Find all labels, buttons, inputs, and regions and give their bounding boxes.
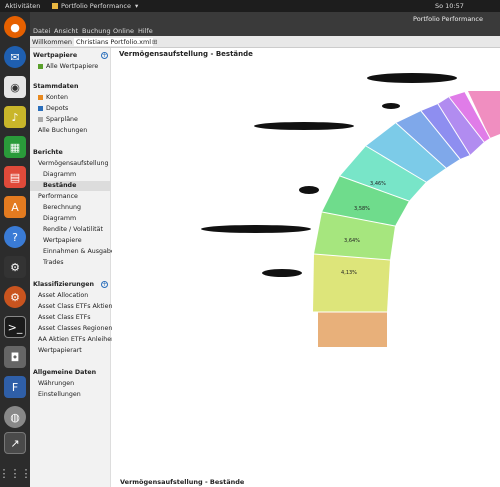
chart-label: 3,46%	[370, 181, 386, 187]
menu-bar: Datei Ansicht Buchung Online Hilfe	[30, 26, 500, 36]
tab-portfolio[interactable]: Christians Portfolio.xml	[74, 38, 154, 46]
sidebar-item-vermoegensaufstellung[interactable]: Vermögensaufstellung	[38, 160, 114, 167]
sidebar-item-depots[interactable]: Depots	[38, 105, 114, 112]
sidebar-item-performance[interactable]: Performance	[38, 193, 114, 200]
drive-icon[interactable]: ◍	[4, 406, 26, 428]
sidebar-item-performance-diagramm[interactable]: Diagramm	[43, 215, 119, 222]
sparplan-icon	[38, 116, 43, 122]
page-title: Vermögensaufstellung - Bestände	[119, 50, 253, 58]
section-berichte: Berichte	[33, 149, 63, 156]
redacted-label	[299, 186, 319, 194]
sidebar-item-asset-allocation[interactable]: Asset Allocation	[38, 292, 114, 299]
system-top-bar: Aktivitäten Portfolio Performance ▾ So 1…	[0, 0, 500, 12]
filezilla-icon[interactable]: F	[4, 376, 26, 398]
sidebar-item-alle-wertpapiere[interactable]: Alle Wertpapiere	[38, 63, 114, 70]
activities-button[interactable]: Aktivitäten	[5, 2, 40, 10]
menu-online[interactable]: Online	[113, 27, 134, 35]
ubuntu-dock: ● ✉ ◉ ♪ ▦ ▤ A ? ⚙ ⚙ >_ ◘ F ◍ ↗ ⋮⋮⋮	[0, 12, 32, 487]
sidebar-item-trades[interactable]: Trades	[43, 259, 119, 266]
sidebar-item-konten[interactable]: Konten	[38, 94, 114, 101]
sidebar-item-wertpapierart[interactable]: Wertpapierart	[38, 347, 114, 354]
portfolio-performance-icon[interactable]: ↗	[4, 432, 26, 454]
sidebar-item-einnahmen-ausgaben[interactable]: Einnahmen & Ausgaben	[43, 248, 119, 255]
chart-segment-yellow[interactable]	[313, 254, 390, 312]
chart-label: 3,64%	[344, 238, 360, 244]
tab-willkommen[interactable]: Willkommen	[32, 38, 72, 46]
konten-icon	[38, 94, 43, 100]
chart-label: 4,13%	[341, 270, 357, 276]
add-wertpapier-icon[interactable]: +	[101, 52, 108, 59]
app-menu[interactable]: Portfolio Performance	[61, 2, 131, 10]
redacted-label	[382, 103, 400, 109]
clock[interactable]: So 10:57	[435, 2, 464, 10]
redacted-label	[367, 73, 457, 83]
section-stammdaten: Stammdaten	[33, 83, 79, 90]
navigation-sidebar: Wertpapiere + Alle Wertpapiere Stammdate…	[30, 48, 119, 487]
menu-ansicht[interactable]: Ansicht	[54, 27, 78, 35]
rhythmbox-icon[interactable]: ◉	[4, 76, 26, 98]
calculator-icon[interactable]: ▤	[4, 166, 26, 188]
sidebar-item-asset-class-etfs[interactable]: Asset Class ETFs	[38, 314, 114, 321]
window-title: Portfolio Performance	[413, 15, 483, 23]
sound-icon[interactable]: ♪	[4, 106, 26, 128]
redacted-label	[254, 122, 354, 130]
donut-chart: 3,46% 3,58% 3,64% 4,13%	[201, 73, 500, 347]
menu-buchung[interactable]: Buchung	[82, 27, 111, 35]
sidebar-item-sparplaene[interactable]: Sparpläne	[38, 116, 114, 123]
app-icon	[52, 3, 58, 9]
sidebar-item-wertpapiere[interactable]: Wertpapiere	[43, 237, 119, 244]
section-klassifizierungen: Klassifizierungen	[33, 281, 95, 288]
firefox-icon[interactable]: ●	[4, 16, 26, 38]
chevron-down-icon[interactable]: ▾	[135, 2, 138, 10]
section-allgemeine-daten: Allgemeine Daten	[33, 369, 97, 376]
utility-icon[interactable]: ⚙	[4, 256, 26, 278]
show-apps-icon[interactable]: ⋮⋮⋮	[0, 462, 32, 484]
redacted-label	[201, 225, 311, 233]
sidebar-item-bestaende[interactable]: Bestände	[43, 182, 119, 189]
sidebar-item-alle-buchungen[interactable]: Alle Buchungen	[38, 127, 114, 134]
chart-label: 3,58%	[354, 206, 370, 212]
section-wertpapiere: Wertpapiere	[33, 52, 78, 59]
menu-hilfe[interactable]: Hilfe	[138, 27, 153, 35]
main-content: Vermögensaufstellung - Bestände 3,46% 3,…	[112, 48, 500, 487]
sidebar-item-asset-classes-regionen[interactable]: Asset Classes Regionen	[38, 325, 114, 332]
software-center-icon[interactable]: A	[4, 196, 26, 218]
redacted-label	[262, 269, 302, 277]
thunderbird-icon[interactable]: ✉	[4, 46, 26, 68]
camera-icon[interactable]: ◘	[4, 346, 26, 368]
sidebar-item-rendite-volatilitaet[interactable]: Rendite / Volatilität	[43, 226, 119, 233]
tab-bar: Willkommen Christians Portfolio.xml ⊞	[30, 36, 500, 48]
sidebar-item-asset-class-etfs-aktien[interactable]: Asset Class ETFs Aktien	[38, 303, 114, 310]
help-icon[interactable]: ?	[4, 226, 26, 248]
terminal-icon[interactable]: >_	[4, 316, 26, 338]
depots-icon	[38, 105, 43, 111]
settings-icon[interactable]: ⚙	[4, 286, 26, 308]
sidebar-item-aa-aktien-etfs-anleihen[interactable]: AA Aktien ETFs Anleihen	[38, 336, 114, 343]
menu-datei[interactable]: Datei	[33, 27, 50, 35]
bottom-panel-title: Vermögensaufstellung - Bestände	[120, 478, 245, 486]
chart-segment-orange[interactable]	[318, 312, 387, 347]
list-icon	[38, 63, 43, 69]
sidebar-item-diagramm[interactable]: Diagramm	[43, 171, 119, 178]
window-title-bar: Portfolio Performance	[30, 12, 500, 26]
tab-grid-icon[interactable]: ⊞	[152, 38, 157, 46]
add-klassifizierung-icon[interactable]: +	[101, 281, 108, 288]
sidebar-item-waehrungen[interactable]: Währungen	[38, 380, 114, 387]
sidebar-item-einstellungen[interactable]: Einstellungen	[38, 391, 114, 398]
sidebar-item-berechnung[interactable]: Berechnung	[43, 204, 119, 211]
libreoffice-calc-icon[interactable]: ▦	[4, 136, 26, 158]
